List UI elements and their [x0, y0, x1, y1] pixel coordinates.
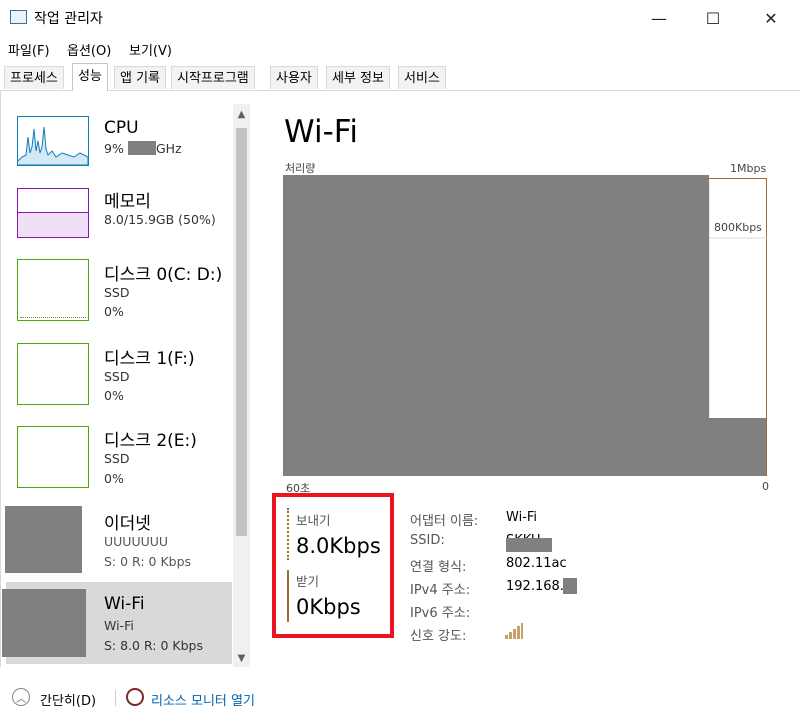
tab-users[interactable]: 사용자	[270, 66, 318, 89]
sidebar-wifi-throughput: S: 8.0 R: 0 Kbps	[104, 638, 203, 653]
cpu-thumbnail	[17, 116, 89, 166]
sidebar-disk0-usage: 0%	[104, 304, 124, 319]
tab-app-history[interactable]: 앱 기록	[114, 66, 167, 89]
tab-processes[interactable]: 프로세스	[4, 66, 64, 89]
send-label: 보내기	[296, 513, 331, 528]
sidebar-disk1-type: SSD	[104, 369, 130, 384]
scroll-down-arrow-icon[interactable]: ▼	[233, 650, 250, 667]
ssid-label: SSID:	[410, 533, 445, 548]
receive-label: 받기	[296, 574, 320, 589]
chart-label: 처리량	[285, 162, 316, 175]
signal-strength-icon	[505, 623, 523, 639]
adapter-name-label: 어댑터 이름:	[410, 514, 479, 529]
ethernet-thumbnail-redacted	[5, 506, 82, 573]
open-resource-monitor-link[interactable]: 리소스 모니터 열기	[151, 690, 255, 709]
sidebar-disk0-title: 디스크 0(C: D:)	[104, 265, 223, 285]
connection-type-value: 802.11ac	[506, 556, 567, 571]
sidebar-disk2-title: 디스크 2(E:)	[104, 431, 197, 451]
footer-divider	[115, 690, 116, 706]
sidebar-ethernet-name: UUUUUUU	[104, 534, 169, 549]
ipv6-label: IPv6 주소:	[410, 606, 471, 621]
chart-redacted-block-small	[704, 418, 766, 476]
chart-gridline-label: 800Kbps	[714, 221, 762, 234]
tab-startup[interactable]: 시작프로그램	[171, 66, 255, 89]
send-value: 8.0Kbps	[296, 534, 381, 558]
tab-details[interactable]: 세부 정보	[326, 66, 390, 89]
chart-max-label: 1Mbps	[730, 162, 767, 175]
footer-bar	[0, 680, 800, 716]
chart-redacted-block	[283, 175, 709, 476]
chevron-up-icon[interactable]: ︿	[12, 688, 30, 706]
disk1-thumbnail	[17, 343, 89, 405]
menu-options[interactable]: 옵션(O)	[67, 40, 111, 59]
close-button[interactable]: ✕	[748, 0, 794, 36]
sidebar-ethernet-throughput: S: 0 R: 0 Kbps	[104, 554, 192, 569]
window-title: 작업 관리자	[34, 11, 103, 27]
sidebar-cpu-usage: 9%	[104, 141, 124, 156]
menu-file[interactable]: 파일(F)	[8, 40, 50, 59]
ipv4-redacted-block	[563, 578, 577, 594]
scroll-up-arrow-icon[interactable]: ▲	[233, 106, 250, 123]
tab-services[interactable]: 서비스	[398, 66, 446, 89]
sidebar-cpu-title: CPU	[104, 118, 139, 138]
sidebar-disk1-title: 디스크 1(F:)	[104, 349, 195, 369]
send-indicator-line	[287, 508, 289, 560]
sidebar-disk1-usage: 0%	[104, 388, 124, 403]
sidebar-disk2-type: SSD	[104, 451, 130, 466]
sidebar-memory-title: 메모리	[104, 192, 151, 212]
task-manager-icon	[10, 10, 27, 24]
left-panel-border	[0, 90, 1, 667]
sidebar-disk2-usage: 0%	[104, 471, 124, 486]
page-title: Wi-Fi	[284, 114, 358, 150]
resource-monitor-icon[interactable]	[126, 688, 144, 706]
menu-view[interactable]: 보기(V)	[129, 40, 172, 59]
adapter-name-value: Wi-Fi	[506, 510, 538, 525]
ipv4-label: IPv4 주소:	[410, 583, 471, 598]
scrollbar-thumb[interactable]	[236, 128, 247, 536]
tab-performance[interactable]: 성능	[72, 63, 108, 91]
ssid-redacted-block	[506, 538, 552, 552]
receive-value: 0Kbps	[296, 595, 361, 619]
disk0-thumbnail	[17, 259, 89, 321]
memory-thumbnail	[17, 188, 89, 238]
fewer-details-button[interactable]: 간단히(D)	[40, 690, 96, 709]
menu-bar	[0, 36, 800, 62]
wifi-thumbnail-redacted	[2, 589, 86, 657]
minimize-button[interactable]: —	[636, 0, 682, 36]
connection-type-label: 연결 형식:	[410, 560, 467, 575]
sidebar-ethernet-title: 이더넷	[104, 514, 151, 534]
disk2-thumbnail	[17, 426, 89, 488]
chart-x-end-label: 0	[762, 480, 769, 493]
sidebar-memory-usage: 8.0/15.9GB (50%)	[104, 212, 216, 227]
sidebar-cpu-speed-unit: GHz	[156, 141, 182, 156]
signal-strength-label: 신호 강도:	[410, 629, 467, 644]
receive-indicator-line	[287, 570, 289, 622]
sidebar-wifi-name: Wi-Fi	[104, 618, 134, 633]
maximize-button[interactable]: ☐	[690, 0, 736, 36]
sidebar-wifi-title: Wi-Fi	[104, 594, 145, 614]
redacted-block	[128, 141, 156, 155]
sidebar-disk0-type: SSD	[104, 285, 130, 300]
